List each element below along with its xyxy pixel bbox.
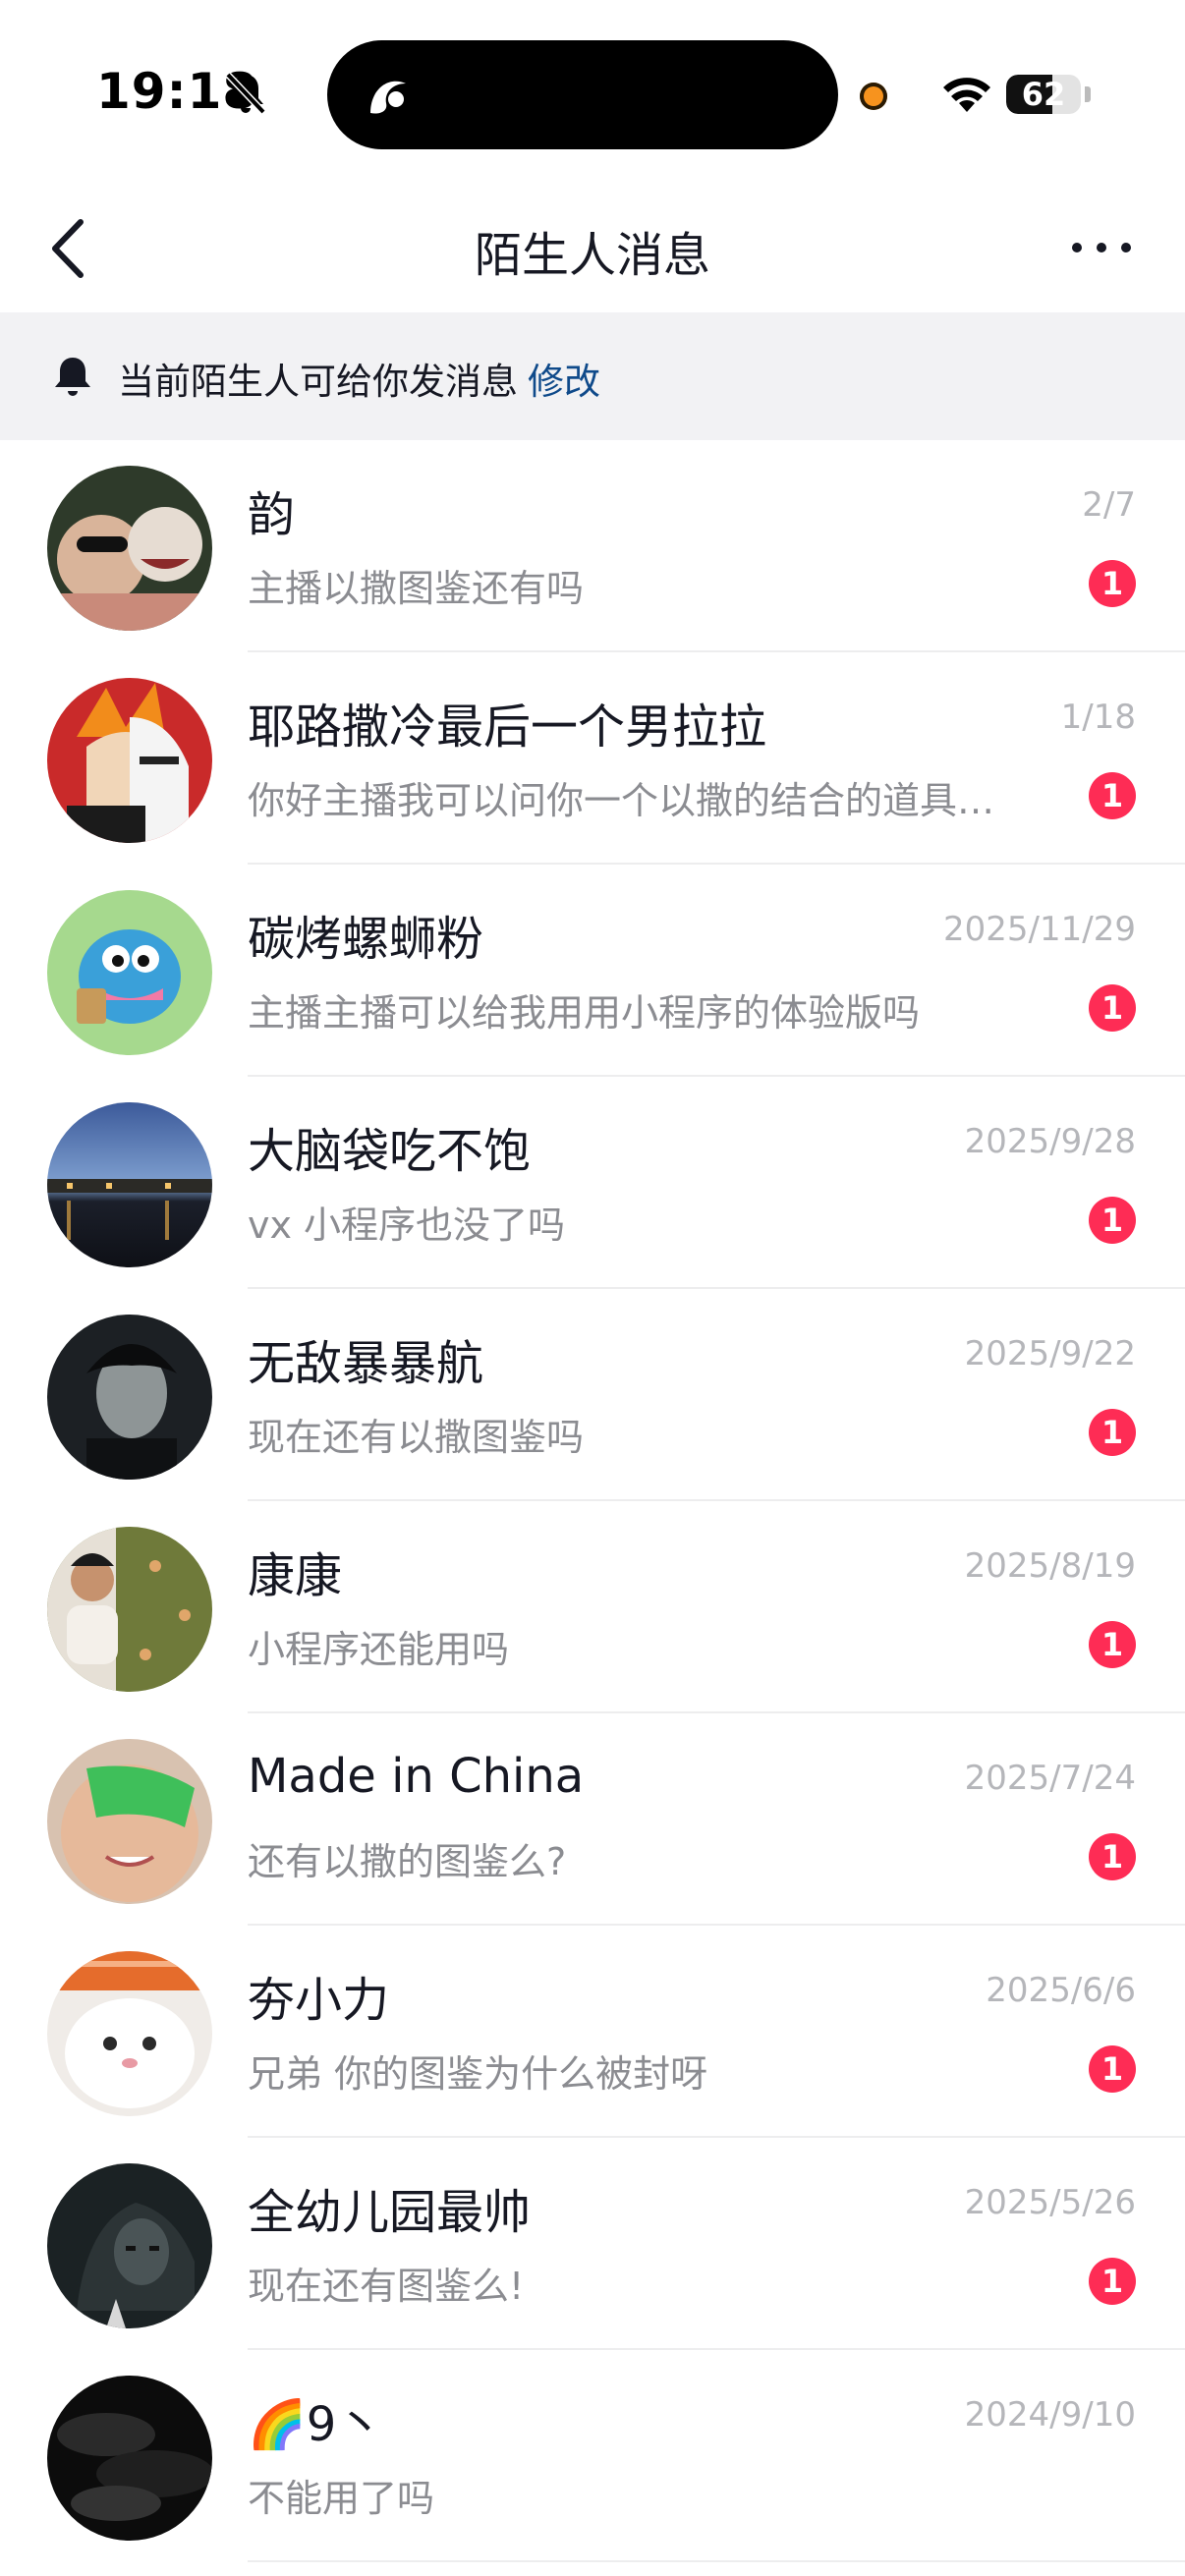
conversation-row[interactable]: 耶路撒冷最后一个男拉拉 1/18 你好主播我可以问你一个以撒的结合的道具… 1 [0,652,1185,865]
message-preview: 主播主播可以给我用用小程序的体验版吗 [248,991,921,1035]
message-date: 2025/9/22 [964,1334,1136,1373]
message-date: 2025/6/6 [986,1971,1136,2010]
avatar[interactable] [47,2376,212,2541]
contact-name: Made in China [248,1749,585,1804]
row-divider [248,2560,1185,2562]
bell-off-icon [225,72,266,115]
notice-text-wrap: 当前陌生人可给你发消息 修改 [118,352,600,405]
avatar[interactable] [47,1102,212,1267]
modify-link[interactable]: 修改 [528,361,600,403]
message-preview: 现在还有图鉴么! [248,2265,525,2308]
message-preview: 还有以撒的图鉴么? [248,1840,567,1883]
message-preview: 兄弟 你的图鉴为什么被封呀 [248,2052,708,2096]
contact-name: 🌈9丶 [248,2397,384,2452]
conversation-row[interactable]: 大脑袋吃不饱 2025/9/28 vx 小程序也没了吗 1 [0,1077,1185,1289]
contact-name: 耶路撒冷最后一个男拉拉 [248,700,767,755]
recording-indicator [860,83,887,110]
contact-name: 无敌暴暴航 [248,1336,484,1391]
unread-badge: 1 [1089,560,1136,607]
contact-name: 韵 [248,487,296,542]
unread-badge: 1 [1089,1833,1136,1880]
avatar[interactable] [47,2163,212,2328]
stranger-message-notice: 当前陌生人可给你发消息 修改 [0,312,1185,440]
message-date: 2025/11/29 [943,910,1136,949]
message-preview: 小程序还能用吗 [248,1628,510,1671]
contact-name: 碳烤螺蛳粉 [248,912,484,967]
more-options-icon[interactable] [1067,236,1136,259]
nav-bar: 陌生人消息 [0,187,1185,310]
unread-badge: 1 [1089,1621,1136,1668]
message-date: 1/18 [1060,698,1136,737]
notice-label: 当前陌生人可给你发消息 [118,361,518,403]
message-preview: 不能用了吗 [248,2477,435,2520]
avatar[interactable] [47,1315,212,1480]
wifi-icon [943,78,990,112]
message-date: 2025/9/28 [964,1122,1136,1161]
conversation-row[interactable]: 韵 2/7 主播以撒图鉴还有吗 1 [0,440,1185,652]
conversation-row[interactable]: 夯小力 2025/6/6 兄弟 你的图鉴为什么被封呀 1 [0,1926,1185,2138]
message-date: 2025/8/19 [964,1546,1136,1586]
contact-name: 康康 [248,1548,343,1603]
unread-badge: 1 [1089,2045,1136,2093]
avatar[interactable] [47,890,212,1055]
bell-icon [55,358,90,396]
page-title: 陌生人消息 [474,228,710,283]
contact-name: 大脑袋吃不饱 [248,1124,532,1179]
conversation-row[interactable]: Made in China 2025/7/24 还有以撒的图鉴么? 1 [0,1713,1185,1926]
avatar[interactable] [47,678,212,843]
avatar[interactable] [47,466,212,631]
app-activity-icon [370,81,406,114]
contact-name: 全幼儿园最帅 [248,2185,532,2240]
message-preview: 现在还有以撒图鉴吗 [248,1416,585,1459]
unread-badge: 1 [1089,1409,1136,1456]
unread-badge: 1 [1089,2258,1136,2305]
battery-indicator: 62 [1006,75,1081,114]
message-date: 2025/5/26 [964,2183,1136,2222]
message-date: 2024/9/10 [964,2395,1136,2435]
status-bar: 19:18 62 [0,0,1185,187]
avatar[interactable] [47,1527,212,1692]
conversation-row[interactable]: 全幼儿园最帅 2025/5/26 现在还有图鉴么! 1 [0,2138,1185,2350]
message-date: 2025/7/24 [964,1759,1136,1798]
conversation-row[interactable]: 无敌暴暴航 2025/9/22 现在还有以撒图鉴吗 1 [0,1289,1185,1501]
unread-badge: 1 [1089,772,1136,819]
conversation-row[interactable]: 碳烤螺蛳粉 2025/11/29 主播主播可以给我用用小程序的体验版吗 1 [0,865,1185,1077]
conversation-row[interactable]: 🌈9丶 2024/9/10 不能用了吗 [0,2350,1185,2562]
unread-badge: 1 [1089,1197,1136,1244]
battery-cap [1085,86,1091,102]
battery-percent: 62 [1021,76,1066,113]
message-preview: 主播以撒图鉴还有吗 [248,567,585,610]
avatar[interactable] [47,1951,212,2116]
avatar[interactable] [47,1739,212,1904]
unread-badge: 1 [1089,984,1136,1032]
message-date: 2/7 [1082,485,1136,525]
conversation-row[interactable]: 康康 2025/8/19 小程序还能用吗 1 [0,1501,1185,1713]
message-preview: 你好主播我可以问你一个以撒的结合的道具… [248,779,995,822]
contact-name: 夯小力 [248,1973,390,2028]
message-preview: vx 小程序也没了吗 [248,1204,566,1247]
dynamic-island [327,40,838,149]
